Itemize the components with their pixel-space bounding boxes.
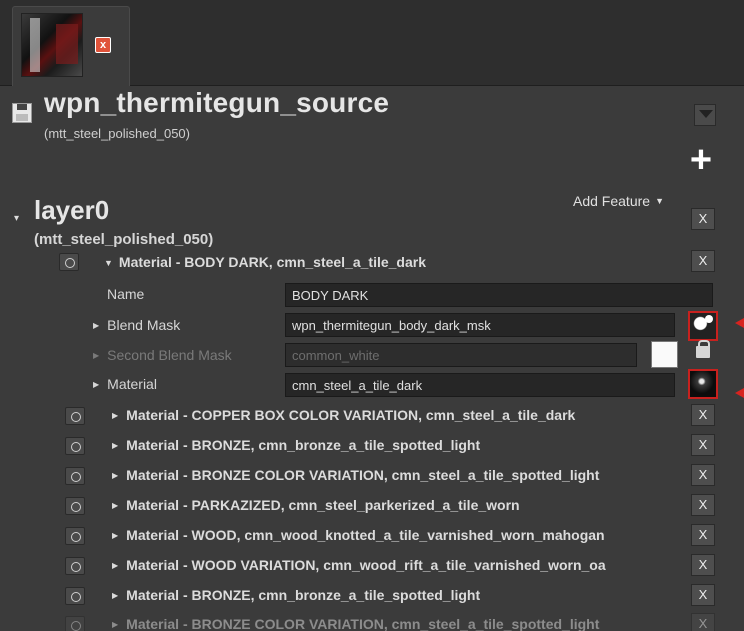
close-tab-icon[interactable]: x: [95, 37, 111, 53]
material-preview-thumbnail[interactable]: [688, 369, 718, 399]
blend-mask-label-text: Blend Mask: [107, 317, 181, 333]
material-close-button[interactable]: X: [691, 524, 715, 546]
expand-right-icon: ▶: [112, 620, 119, 629]
expand-right-icon: ▶: [112, 561, 119, 570]
visibility-icon[interactable]: [65, 557, 85, 575]
material-row-label: Material - BRONZE COLOR VARIATION, cmn_s…: [126, 467, 600, 483]
add-icon[interactable]: +: [686, 141, 716, 179]
second-blend-mask-label[interactable]: ▶ Second Blend Mask: [93, 347, 232, 363]
document-tab[interactable]: x: [12, 6, 130, 86]
visibility-icon[interactable]: [65, 467, 85, 485]
expand-right-icon: ▶: [112, 531, 119, 540]
material-close-button[interactable]: X: [691, 464, 715, 486]
visibility-icon[interactable]: [65, 407, 85, 425]
material-close-button[interactable]: X: [691, 250, 715, 272]
material-row[interactable]: ▶ Material - BRONZE, cmn_bronze_a_tile_sp…: [112, 437, 480, 453]
layer-close-button[interactable]: X: [691, 208, 715, 230]
material-close-button[interactable]: X: [691, 584, 715, 606]
material-close-button[interactable]: X: [691, 613, 715, 631]
material-row-label: Material - BRONZE, cmn_bronze_a_tile_spo…: [126, 587, 481, 603]
material-header-label: Material - BODY DARK, cmn_steel_a_tile_d…: [118, 254, 427, 270]
material-row-label: Material - WOOD, cmn_wood_knotted_a_tile…: [126, 527, 605, 543]
tab-bar: x: [0, 0, 744, 86]
material-row-label: Material - WOOD VARIATION, cmn_wood_rift…: [126, 557, 606, 573]
expand-right-icon: ▶: [112, 471, 119, 480]
blend-mask-label[interactable]: ▶ Blend Mask: [93, 317, 180, 333]
white-color-swatch[interactable]: [651, 341, 678, 368]
expand-right-icon: ▶: [112, 501, 119, 510]
visibility-icon[interactable]: [65, 616, 85, 631]
expand-right-icon: ▶: [112, 441, 119, 450]
material-close-button[interactable]: X: [691, 554, 715, 576]
material-row-label: Material - BRONZE COLOR VARIATION, cmn_s…: [126, 616, 600, 631]
source-subtitle: (mtt_steel_polished_050): [44, 126, 190, 141]
material-label-text: Material: [107, 376, 157, 392]
material-header[interactable]: ▼ Material - BODY DARK, cmn_steel_a_tile_…: [104, 254, 426, 270]
material-row[interactable]: ▶ Material - WOOD VARIATION, cmn_wood_rif…: [112, 557, 606, 573]
visibility-icon[interactable]: [65, 497, 85, 515]
expand-right-icon: ▶: [93, 321, 100, 330]
blend-mask-thumbnail[interactable]: [688, 311, 718, 341]
visibility-icon[interactable]: [59, 253, 79, 271]
annotation-arrow-icon: [735, 388, 744, 398]
material-label[interactable]: ▶ Material: [93, 376, 157, 392]
expand-right-icon: ▶: [112, 411, 119, 420]
material-row-label: Material - PARKAZIZED, cmn_steel_parkeri…: [126, 497, 520, 513]
expand-right-icon: ▶: [93, 351, 100, 360]
visibility-icon[interactable]: [65, 527, 85, 545]
expand-down-icon: ▼: [104, 258, 113, 268]
material-field[interactable]: cmn_steel_a_tile_dark: [285, 373, 675, 397]
tab-thumbnail: [21, 13, 83, 77]
material-close-button[interactable]: X: [691, 434, 715, 456]
second-blend-mask-label-text: Second Blend Mask: [107, 347, 232, 363]
lock-icon[interactable]: [696, 340, 710, 358]
source-title: wpn_thermitegun_source: [44, 87, 390, 118]
add-feature-label: Add Feature: [573, 193, 651, 209]
save-icon[interactable]: [12, 103, 32, 123]
material-row[interactable]: ▶ Material - BRONZE COLOR VARIATION, cmn_…: [112, 616, 599, 631]
filter-icon[interactable]: [694, 104, 716, 126]
layer-title: layer0: [34, 195, 110, 225]
second-blend-mask-field[interactable]: common_white: [285, 343, 637, 367]
add-feature-dropdown[interactable]: Add Feature ▼: [573, 193, 664, 209]
material-close-button[interactable]: X: [691, 404, 715, 426]
material-row-label: Material - BRONZE, cmn_bronze_a_tile_spo…: [126, 437, 481, 453]
visibility-icon[interactable]: [65, 587, 85, 605]
chevron-down-icon: ▼: [655, 196, 664, 206]
name-label: Name: [107, 286, 145, 302]
visibility-icon[interactable]: [65, 437, 85, 455]
material-close-button[interactable]: X: [691, 494, 715, 516]
material-row[interactable]: ▶ Material - PARKAZIZED, cmn_steel_parker…: [112, 497, 520, 513]
material-row[interactable]: ▶ Material - WOOD, cmn_wood_knotted_a_til…: [112, 527, 605, 543]
material-row[interactable]: ▶ Material - BRONZE, cmn_bronze_a_tile_sp…: [112, 587, 480, 603]
material-row-label: Material - COPPER BOX COLOR VARIATION, c…: [126, 407, 576, 423]
layer-subtitle: (mtt_steel_polished_050): [34, 231, 214, 248]
material-row[interactable]: ▶ Material - BRONZE COLOR VARIATION, cmn_…: [112, 467, 599, 483]
annotation-arrow-icon: [735, 318, 744, 328]
expand-right-icon: ▶: [112, 591, 119, 600]
expand-right-icon: ▶: [93, 380, 100, 389]
name-field[interactable]: BODY DARK: [285, 283, 713, 307]
layer-collapse-icon[interactable]: ▾: [14, 213, 19, 224]
blend-mask-field[interactable]: wpn_thermitegun_body_dark_msk: [285, 313, 675, 337]
material-row[interactable]: ▶ Material - COPPER BOX COLOR VARIATION, …: [112, 407, 575, 423]
